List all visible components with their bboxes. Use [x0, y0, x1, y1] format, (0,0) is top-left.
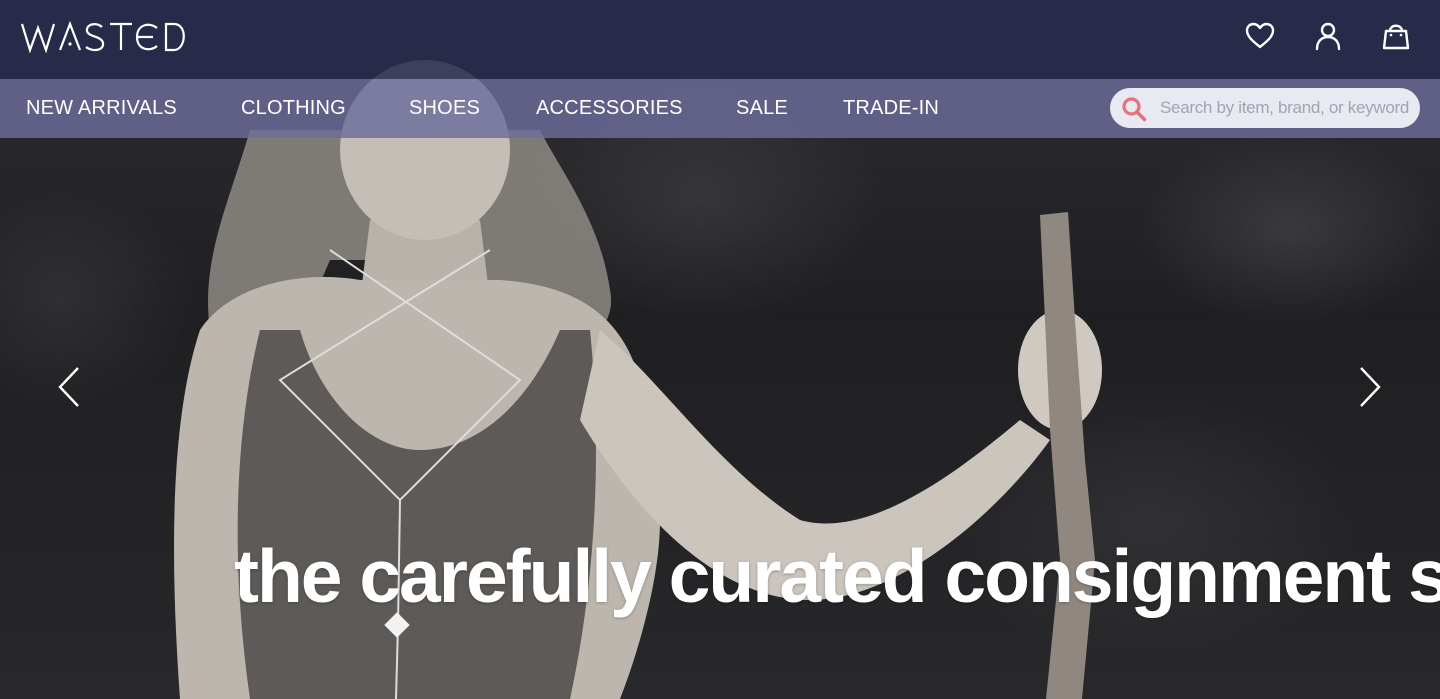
main-nav: NEW ARRIVALS CLOTHING SHOES ACCESSORIES …: [0, 79, 1440, 138]
brand-logo[interactable]: [20, 20, 190, 54]
nav-item-sale[interactable]: SALE: [736, 79, 788, 138]
search-icon[interactable]: [1121, 96, 1147, 122]
bag-icon[interactable]: [1380, 20, 1412, 52]
user-icon[interactable]: [1312, 20, 1344, 52]
nav-item-trade-in[interactable]: TRADE-IN: [843, 79, 939, 138]
nav-item-shoes[interactable]: SHOES: [409, 79, 480, 138]
search-box: [1110, 88, 1420, 128]
carousel-prev-arrow-icon[interactable]: [57, 366, 81, 408]
page: NEW ARRIVALS CLOTHING SHOES ACCESSORIES …: [0, 0, 1440, 699]
search-input[interactable]: [1160, 88, 1412, 128]
top-header: [0, 0, 1440, 79]
nav-item-clothing[interactable]: CLOTHING: [241, 79, 346, 138]
nav-item-new-arrivals[interactable]: NEW ARRIVALS: [26, 79, 177, 138]
carousel-next-arrow-icon[interactable]: [1358, 366, 1382, 408]
heart-icon[interactable]: [1244, 20, 1276, 52]
hero-tagline: the carefully curated consignment store: [234, 534, 1440, 618]
nav-item-accessories[interactable]: ACCESSORIES: [536, 79, 683, 138]
header-actions: [1244, 20, 1412, 52]
